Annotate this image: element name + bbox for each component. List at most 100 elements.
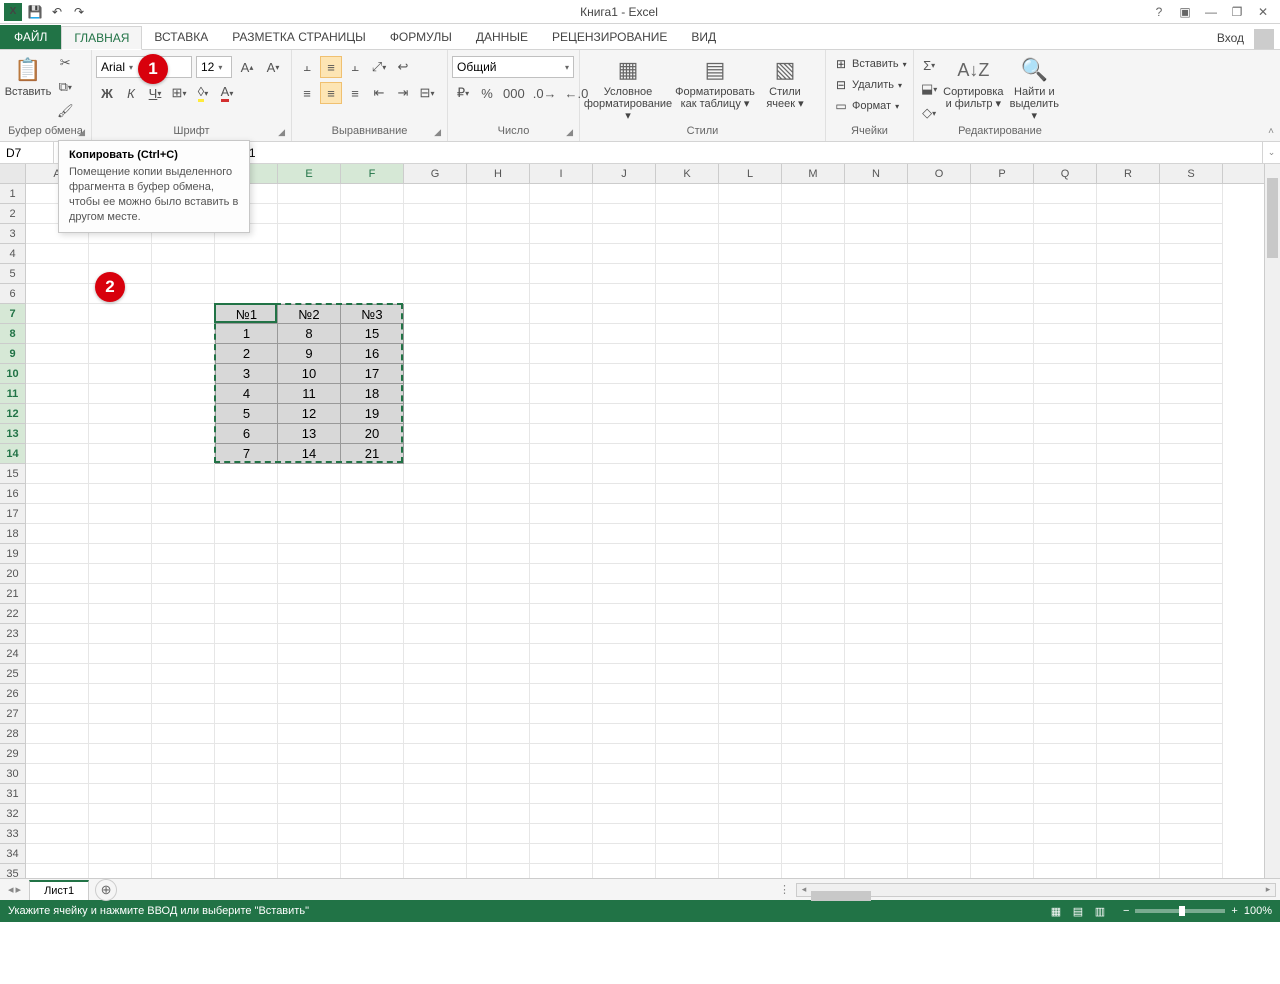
cell-E30[interactable] — [278, 764, 341, 784]
currency-icon[interactable]: ₽▾ — [452, 82, 474, 104]
cell-I31[interactable] — [530, 784, 593, 804]
grow-font-icon[interactable]: A▴ — [236, 56, 258, 78]
bold-button[interactable]: Ж — [96, 82, 118, 104]
cell-Q27[interactable] — [1034, 704, 1097, 724]
cell-L25[interactable] — [719, 664, 782, 684]
cell-C23[interactable] — [152, 624, 215, 644]
cell-E14[interactable]: 14 — [278, 444, 341, 464]
cell-P32[interactable] — [971, 804, 1034, 824]
cell-S25[interactable] — [1160, 664, 1223, 684]
cell-C33[interactable] — [152, 824, 215, 844]
cell-P13[interactable] — [971, 424, 1034, 444]
cell-N6[interactable] — [845, 284, 908, 304]
font-color-icon[interactable]: A▾ — [216, 82, 238, 104]
cell-M31[interactable] — [782, 784, 845, 804]
row-header-22[interactable]: 22 — [0, 604, 26, 624]
cell-G1[interactable] — [404, 184, 467, 204]
col-header-E[interactable]: E — [278, 164, 341, 183]
cell-Q3[interactable] — [1034, 224, 1097, 244]
cell-Q23[interactable] — [1034, 624, 1097, 644]
cell-O30[interactable] — [908, 764, 971, 784]
cell-D14[interactable]: 7 — [215, 444, 278, 464]
cell-S31[interactable] — [1160, 784, 1223, 804]
row-header-34[interactable]: 34 — [0, 844, 26, 864]
cell-E3[interactable] — [278, 224, 341, 244]
cell-M11[interactable] — [782, 384, 845, 404]
row-header-15[interactable]: 15 — [0, 464, 26, 484]
cell-R1[interactable] — [1097, 184, 1160, 204]
cell-D18[interactable] — [215, 524, 278, 544]
cell-L15[interactable] — [719, 464, 782, 484]
cell-L18[interactable] — [719, 524, 782, 544]
cell-C10[interactable] — [152, 364, 215, 384]
cell-B17[interactable] — [89, 504, 152, 524]
cell-N34[interactable] — [845, 844, 908, 864]
cell-B28[interactable] — [89, 724, 152, 744]
cell-B23[interactable] — [89, 624, 152, 644]
cell-O21[interactable] — [908, 584, 971, 604]
cell-P16[interactable] — [971, 484, 1034, 504]
cell-H26[interactable] — [467, 684, 530, 704]
cell-S27[interactable] — [1160, 704, 1223, 724]
cell-B33[interactable] — [89, 824, 152, 844]
cell-C31[interactable] — [152, 784, 215, 804]
cell-N22[interactable] — [845, 604, 908, 624]
cell-B15[interactable] — [89, 464, 152, 484]
col-header-M[interactable]: M — [782, 164, 845, 183]
cell-J33[interactable] — [593, 824, 656, 844]
cell-P10[interactable] — [971, 364, 1034, 384]
cell-E6[interactable] — [278, 284, 341, 304]
cell-E21[interactable] — [278, 584, 341, 604]
cell-I16[interactable] — [530, 484, 593, 504]
cell-Q1[interactable] — [1034, 184, 1097, 204]
spreadsheet-grid[interactable]: ABCDEFGHIJKLMNOPQRS 1234567№1№2№38181592… — [0, 164, 1280, 878]
row-header-25[interactable]: 25 — [0, 664, 26, 684]
cell-C18[interactable] — [152, 524, 215, 544]
cell-H11[interactable] — [467, 384, 530, 404]
cell-D13[interactable]: 6 — [215, 424, 278, 444]
increase-indent-icon[interactable]: ⇥ — [392, 82, 414, 104]
cell-E34[interactable] — [278, 844, 341, 864]
zoom-in-icon[interactable]: + — [1231, 905, 1237, 917]
cell-J34[interactable] — [593, 844, 656, 864]
cell-R9[interactable] — [1097, 344, 1160, 364]
cell-G34[interactable] — [404, 844, 467, 864]
cell-M30[interactable] — [782, 764, 845, 784]
cell-R35[interactable] — [1097, 864, 1160, 878]
cell-Q28[interactable] — [1034, 724, 1097, 744]
cell-A23[interactable] — [26, 624, 89, 644]
dialog-launcher-icon[interactable]: ◢ — [78, 127, 85, 138]
cell-F1[interactable] — [341, 184, 404, 204]
cell-S17[interactable] — [1160, 504, 1223, 524]
cell-E4[interactable] — [278, 244, 341, 264]
cell-O11[interactable] — [908, 384, 971, 404]
cell-C6[interactable] — [152, 284, 215, 304]
cell-C4[interactable] — [152, 244, 215, 264]
cell-H2[interactable] — [467, 204, 530, 224]
cell-F8[interactable]: 15 — [341, 324, 404, 344]
cell-H16[interactable] — [467, 484, 530, 504]
cell-J19[interactable] — [593, 544, 656, 564]
cell-M9[interactable] — [782, 344, 845, 364]
cell-M12[interactable] — [782, 404, 845, 424]
cell-K25[interactable] — [656, 664, 719, 684]
cell-N8[interactable] — [845, 324, 908, 344]
cell-S8[interactable] — [1160, 324, 1223, 344]
cell-N10[interactable] — [845, 364, 908, 384]
cell-G3[interactable] — [404, 224, 467, 244]
cell-G20[interactable] — [404, 564, 467, 584]
cell-M15[interactable] — [782, 464, 845, 484]
cell-D7[interactable]: №1 — [215, 304, 278, 324]
name-box[interactable]: D7 — [0, 142, 54, 163]
cell-N32[interactable] — [845, 804, 908, 824]
cell-N4[interactable] — [845, 244, 908, 264]
cell-N30[interactable] — [845, 764, 908, 784]
cell-L12[interactable] — [719, 404, 782, 424]
insert-cells-button[interactable]: ⊞Вставить ▾ — [830, 54, 911, 74]
cell-K23[interactable] — [656, 624, 719, 644]
cell-C9[interactable] — [152, 344, 215, 364]
cell-K6[interactable] — [656, 284, 719, 304]
cell-F29[interactable] — [341, 744, 404, 764]
cell-H3[interactable] — [467, 224, 530, 244]
cell-M13[interactable] — [782, 424, 845, 444]
